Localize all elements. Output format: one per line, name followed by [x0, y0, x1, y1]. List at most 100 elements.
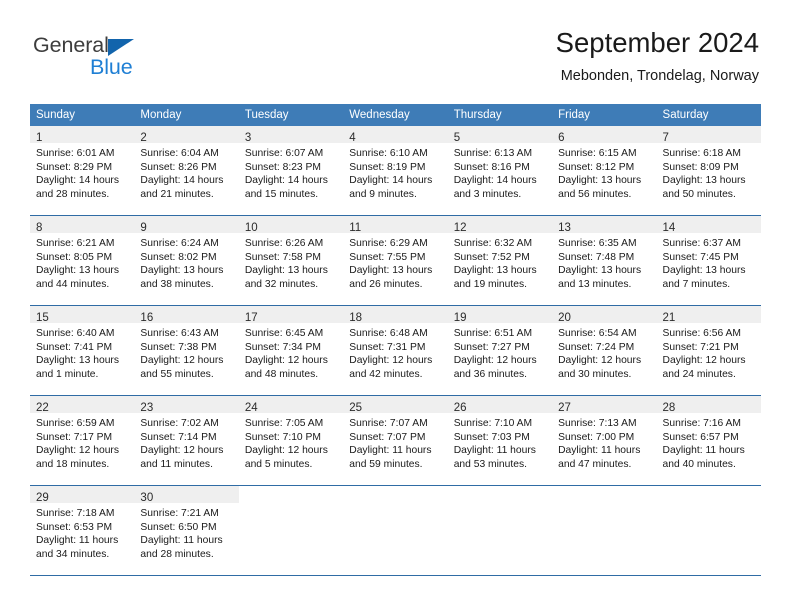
calendar-day-cell[interactable]: 12 Sunrise: 6:32 AM Sunset: 7:52 PM Dayligh…	[447, 215, 553, 306]
calendar-day-cell[interactable]: 5 Sunrise: 6:13 AM Sunset: 8:16 PM Daylight…	[447, 126, 553, 216]
day-details: Sunrise: 7:05 AM Sunset: 7:10 PM Daylight:…	[239, 413, 343, 471]
day-cell-inner: 13 Sunrise: 6:35 AM Sunset: 7:48 PM Dayligh…	[552, 216, 657, 305]
day-cell-inner: 28 Sunrise: 7:16 AM Sunset: 6:57 PM Dayligh…	[656, 396, 761, 485]
sunset-time: Sunset: 6:57 PM	[662, 431, 739, 443]
daylight-duration-line1: Daylight: 13 hours	[662, 265, 746, 277]
daylight-duration-line1: Daylight: 13 hours	[558, 265, 642, 277]
sunrise-time: Sunrise: 7:13 AM	[558, 418, 637, 429]
daylight-duration-line1: Daylight: 11 hours	[349, 445, 432, 457]
calendar-week-row: 15 Sunrise: 6:40 AM Sunset: 7:41 PM Dayligh…	[30, 305, 761, 396]
calendar-day-cell[interactable]: 23 Sunrise: 7:02 AM Sunset: 7:14 PM Dayligh…	[134, 395, 239, 486]
daylight-duration-line1: Daylight: 12 hours	[662, 355, 746, 367]
day-cell-inner: 12 Sunrise: 6:32 AM Sunset: 7:52 PM Dayligh…	[447, 216, 553, 305]
daylight-duration-line2: and 47 minutes.	[558, 458, 632, 470]
day-number-band: 8	[30, 216, 135, 234]
calendar-day-cell[interactable]: 18 Sunrise: 6:48 AM Sunset: 7:31 PM Dayligh…	[343, 305, 448, 396]
calendar-day-cell[interactable]: 27 Sunrise: 7:13 AM Sunset: 7:00 PM Dayligh…	[552, 395, 657, 486]
calendar-day-cell-empty	[656, 485, 761, 576]
calendar-day-cell[interactable]: 10 Sunrise: 6:26 AM Sunset: 7:58 PM Dayligh…	[238, 215, 344, 306]
calendar-day-cell[interactable]: 16 Sunrise: 6:43 AM Sunset: 7:38 PM Dayligh…	[134, 305, 239, 396]
sunrise-time: Sunrise: 6:18 AM	[662, 148, 741, 159]
sunrise-time: Sunrise: 6:59 AM	[36, 418, 115, 429]
day-details: Sunrise: 6:07 AM Sunset: 8:23 PM Daylight:…	[239, 143, 343, 201]
calendar-day-cell-empty	[552, 485, 657, 576]
calendar-day-cell[interactable]: 7 Sunrise: 6:18 AM Sunset: 8:09 PM Daylight…	[656, 126, 761, 216]
sunset-time: Sunset: 8:23 PM	[244, 161, 321, 173]
day-number: 13	[558, 222, 571, 234]
daylight-duration-line1: Daylight: 14 hours	[140, 175, 224, 187]
calendar-day-cell[interactable]: 14 Sunrise: 6:37 AM Sunset: 7:45 PM Dayligh…	[656, 215, 761, 306]
day-cell-inner: 30 Sunrise: 7:21 AM Sunset: 6:50 PM Dayligh…	[134, 486, 239, 575]
daylight-duration-line2: and 48 minutes.	[244, 368, 319, 380]
day-cell-inner: 26 Sunrise: 7:10 AM Sunset: 7:03 PM Dayligh…	[447, 396, 553, 485]
calendar-day-cell[interactable]: 3 Sunrise: 6:07 AM Sunset: 8:23 PM Daylight…	[238, 126, 344, 216]
calendar-day-cell[interactable]: 2 Sunrise: 6:04 AM Sunset: 8:26 PM Daylight…	[134, 126, 239, 216]
daylight-duration-line1: Daylight: 11 hours	[140, 535, 223, 547]
day-cell-inner: 2 Sunrise: 6:04 AM Sunset: 8:26 PM Daylight…	[134, 126, 239, 215]
day-number-band: 4	[343, 126, 448, 144]
day-details: Sunrise: 6:21 AM Sunset: 8:05 PM Daylight:…	[30, 233, 134, 291]
calendar-header-row: Sunday Monday Tuesday Wednesday Thursday…	[30, 104, 761, 126]
daylight-duration-line2: and 28 minutes.	[36, 188, 110, 200]
day-details: Sunrise: 6:32 AM Sunset: 7:52 PM Daylight:…	[448, 233, 552, 291]
calendar-day-cell[interactable]: 20 Sunrise: 6:54 AM Sunset: 7:24 PM Dayligh…	[552, 305, 657, 396]
day-number: 20	[558, 312, 571, 324]
calendar-day-cell[interactable]: 1 Sunrise: 6:01 AM Sunset: 8:29 PM Daylight…	[30, 126, 135, 216]
day-details: Sunrise: 6:54 AM Sunset: 7:24 PM Daylight:…	[552, 323, 656, 381]
day-number-band: 25	[343, 396, 448, 414]
sunset-time: Sunset: 7:52 PM	[453, 251, 530, 263]
day-cell-inner: 6 Sunrise: 6:15 AM Sunset: 8:12 PM Daylight…	[552, 126, 657, 215]
daylight-duration-line2: and 5 minutes.	[244, 458, 313, 470]
calendar-day-cell[interactable]: 26 Sunrise: 7:10 AM Sunset: 7:03 PM Dayligh…	[447, 395, 553, 486]
day-number-band: 15	[30, 306, 135, 324]
calendar-day-cell[interactable]: 17 Sunrise: 6:45 AM Sunset: 7:34 PM Dayligh…	[238, 305, 344, 396]
calendar-day-cell[interactable]: 6 Sunrise: 6:15 AM Sunset: 8:12 PM Daylight…	[552, 126, 657, 216]
calendar-day-cell[interactable]: 8 Sunrise: 6:21 AM Sunset: 8:05 PM Daylight…	[30, 215, 135, 306]
calendar-day-cell[interactable]: 19 Sunrise: 6:51 AM Sunset: 7:27 PM Dayligh…	[447, 305, 553, 396]
sunrise-time: Sunrise: 6:13 AM	[453, 148, 533, 159]
calendar-day-cell[interactable]: 15 Sunrise: 6:40 AM Sunset: 7:41 PM Dayligh…	[30, 305, 135, 396]
sunset-time: Sunset: 7:31 PM	[349, 341, 426, 353]
day-details: Sunrise: 6:15 AM Sunset: 8:12 PM Daylight:…	[552, 143, 656, 201]
sunset-time: Sunset: 8:16 PM	[453, 161, 530, 173]
sunrise-time: Sunrise: 6:04 AM	[140, 148, 219, 159]
day-number-band: 7	[656, 126, 761, 144]
day-number: 6	[558, 132, 565, 144]
day-cell-inner: 23 Sunrise: 7:02 AM Sunset: 7:14 PM Dayligh…	[134, 396, 239, 485]
calendar-day-cell[interactable]: 9 Sunrise: 6:24 AM Sunset: 8:02 PM Daylight…	[134, 215, 239, 306]
day-number-band: 20	[552, 306, 657, 324]
daylight-duration-line1: Daylight: 13 hours	[140, 265, 224, 277]
calendar-day-cell[interactable]: 25 Sunrise: 7:07 AM Sunset: 7:07 PM Dayligh…	[343, 395, 448, 486]
daylight-duration-line2: and 42 minutes.	[349, 368, 423, 380]
day-number-band: 30	[134, 486, 239, 504]
daylight-duration-line1: Daylight: 13 hours	[662, 175, 746, 187]
calendar-day-cell[interactable]: 22 Sunrise: 6:59 AM Sunset: 7:17 PM Dayligh…	[30, 395, 135, 486]
day-details: Sunrise: 6:26 AM Sunset: 7:58 PM Daylight:…	[239, 233, 343, 291]
day-cell-inner: 10 Sunrise: 6:26 AM Sunset: 7:58 PM Dayligh…	[238, 216, 344, 305]
day-number: 3	[244, 132, 252, 144]
day-number-band: 5	[447, 126, 553, 144]
day-cell-inner	[552, 486, 657, 575]
calendar-day-cell[interactable]: 28 Sunrise: 7:16 AM Sunset: 6:57 PM Dayligh…	[656, 395, 761, 486]
day-number-band: 23	[134, 396, 239, 414]
daylight-duration-line1: Daylight: 12 hours	[140, 355, 224, 367]
calendar-day-cell[interactable]: 13 Sunrise: 6:35 AM Sunset: 7:48 PM Dayligh…	[552, 215, 657, 306]
day-number-band: 16	[134, 306, 239, 324]
day-number-band: 14	[656, 216, 761, 234]
day-number-band: 24	[238, 396, 344, 414]
day-details: Sunrise: 7:02 AM Sunset: 7:14 PM Daylight:…	[134, 413, 238, 471]
weekday-header-friday: Friday	[552, 104, 657, 126]
calendar-day-cell[interactable]: 24 Sunrise: 7:05 AM Sunset: 7:10 PM Dayligh…	[238, 395, 344, 486]
calendar-day-cell[interactable]: 30 Sunrise: 7:21 AM Sunset: 6:50 PM Dayligh…	[134, 485, 239, 576]
day-details: Sunrise: 7:16 AM Sunset: 6:57 PM Daylight:…	[657, 413, 761, 471]
sunset-time: Sunset: 7:21 PM	[662, 341, 739, 353]
calendar-day-cell[interactable]: 4 Sunrise: 6:10 AM Sunset: 8:19 PM Daylight…	[343, 126, 448, 216]
daylight-duration-line1: Daylight: 13 hours	[453, 265, 537, 277]
day-number-band: 11	[343, 216, 448, 234]
calendar-day-cell[interactable]: 29 Sunrise: 7:18 AM Sunset: 6:53 PM Dayligh…	[30, 485, 135, 576]
daylight-duration-line1: Daylight: 12 hours	[453, 355, 537, 367]
day-details: Sunrise: 7:13 AM Sunset: 7:00 PM Daylight:…	[552, 413, 656, 471]
daylight-duration-line2: and 34 minutes.	[36, 548, 110, 560]
calendar-day-cell[interactable]: 21 Sunrise: 6:56 AM Sunset: 7:21 PM Dayligh…	[656, 305, 761, 396]
calendar-day-cell[interactable]: 11 Sunrise: 6:29 AM Sunset: 7:55 PM Dayligh…	[343, 215, 448, 306]
